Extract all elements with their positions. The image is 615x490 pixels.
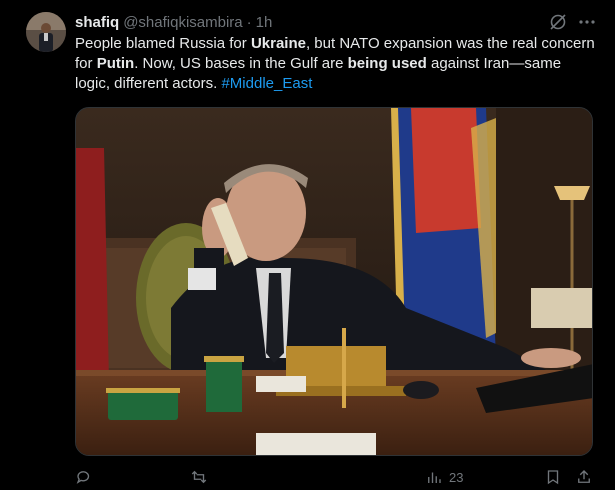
repost-button[interactable] [190, 466, 214, 488]
post-media-image[interactable] [75, 107, 593, 456]
bookmark-icon [547, 470, 559, 485]
share-icon [578, 470, 590, 483]
post-time[interactable]: 1h [256, 14, 273, 31]
bookmark-button[interactable] [544, 466, 562, 488]
views-count: 23 [449, 469, 464, 485]
text-bold-putin: Putin [96, 55, 135, 72]
display-name[interactable]: shafiq [75, 14, 119, 31]
text-part: . Now, US bases in the Gulf are [134, 55, 348, 72]
post[interactable]: shafiq @shafiqkisambira · 1h People blam… [0, 0, 615, 490]
post-text: People blamed Russia for Ukraine, but NA… [75, 34, 600, 94]
action-bar: 23 [75, 466, 600, 490]
text-part: People blamed Russia for [75, 35, 251, 52]
reply-icon [76, 471, 90, 484]
repost-icon [191, 470, 207, 484]
more-options-icon[interactable] [577, 12, 597, 32]
post-header: shafiq @shafiqkisambira · 1h [75, 12, 272, 32]
text-bold-ukraine: Ukraine [250, 35, 306, 52]
avatar[interactable] [26, 12, 66, 52]
separator-dot: · [246, 13, 252, 31]
views-icon [428, 472, 441, 483]
share-button[interactable] [575, 466, 593, 488]
user-handle[interactable]: @shafiqkisambira [123, 14, 242, 31]
grok-icon[interactable] [548, 12, 568, 32]
text-bold-being-used: being used [347, 55, 427, 72]
views-button[interactable]: 23 [425, 466, 463, 488]
hashtag-link[interactable]: #Middle_East [221, 75, 312, 92]
reply-button[interactable] [75, 466, 99, 488]
